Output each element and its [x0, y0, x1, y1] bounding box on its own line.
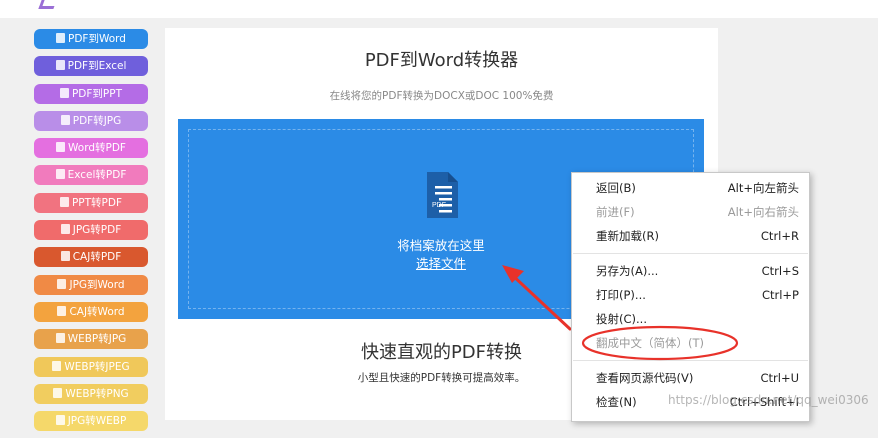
file-icon: [52, 360, 62, 371]
sidebar-item-webp-to-jpeg[interactable]: WEBP转JPEG: [34, 356, 148, 377]
sidebar-item-excel-to-pdf[interactable]: Excel转PDF: [34, 165, 148, 186]
sidebar-item-pdf-to-word[interactable]: PDF到Word: [34, 29, 148, 49]
pdf-icon-label: PDF: [432, 202, 446, 209]
menu-item-back[interactable]: 返回(B) Alt+向左箭头: [572, 177, 809, 199]
file-icon: [57, 278, 67, 289]
sidebar-item-caj-to-pdf[interactable]: CAJ转PDF: [34, 247, 148, 268]
sidebar-item-jpg-to-word[interactable]: JPG到Word: [34, 274, 148, 295]
file-icon: [55, 415, 65, 426]
file-icon: [60, 224, 70, 235]
menu-item-save-as[interactable]: 另存为(A)... Ctrl+S: [572, 260, 809, 282]
logo-icon: [38, 0, 57, 9]
tool-sidebar: PDF到Word PDF到Excel PDF到PPT PDF转JPG Word转…: [34, 29, 148, 438]
sidebar-item-pdf-to-ppt[interactable]: PDF到PPT: [34, 83, 148, 104]
file-icon: [60, 114, 70, 125]
file-icon: [56, 142, 66, 153]
sidebar-item-ppt-to-pdf[interactable]: PPT转PDF: [34, 192, 148, 213]
top-bar: [0, 0, 878, 18]
file-icon: [59, 87, 69, 98]
sidebar-item-webp-to-jpg[interactable]: WEBP转JPG: [34, 329, 148, 350]
menu-separator: [573, 253, 808, 254]
sidebar-item-jpg-to-webp[interactable]: JPG转WEBP: [34, 411, 148, 432]
annotation-ellipse: [581, 325, 739, 361]
menu-item-print[interactable]: 打印(P)... Ctrl+P: [572, 284, 809, 306]
sidebar-item-webp-to-png[interactable]: WEBP转PNG: [34, 383, 148, 404]
file-icon: [55, 169, 65, 180]
menu-item-view-source[interactable]: 查看网页源代码(V) Ctrl+U: [572, 367, 809, 389]
sidebar-item-pdf-to-jpg[interactable]: PDF转JPG: [34, 110, 148, 131]
annotation-arrow: [502, 265, 572, 331]
file-icon: [55, 333, 65, 344]
file-icon: [59, 196, 69, 207]
sidebar-item-pdf-to-excel[interactable]: PDF到Excel: [34, 56, 148, 77]
sidebar-item-caj-to-word[interactable]: CAJ转Word: [34, 301, 148, 322]
sidebar-item-word-to-pdf[interactable]: Word转PDF: [34, 138, 148, 159]
page-title: PDF到Word转换器: [364, 50, 519, 71]
page-subtitle: 在线将您的PDF转换为DOCX或DOC 100%免费: [329, 90, 554, 102]
file-icon: [55, 60, 65, 71]
pdf-file-icon: PDF: [427, 172, 458, 218]
sidebar-item-jpg-to-pdf[interactable]: JPG转PDF: [34, 220, 148, 241]
menu-item-forward[interactable]: 前进(F) Alt+向右箭头: [572, 201, 809, 223]
context-menu: 返回(B) Alt+向左箭头 前进(F) Alt+向右箭头 重新加载(R) Ct…: [571, 172, 810, 422]
file-icon: [57, 305, 67, 316]
file-icon: [56, 33, 66, 43]
file-icon: [53, 387, 63, 398]
file-icon: [60, 251, 70, 262]
watermark-text: https://blog.csdn.net/qq_wei0306: [668, 393, 869, 407]
menu-item-reload[interactable]: 重新加载(R) Ctrl+R: [572, 225, 809, 247]
